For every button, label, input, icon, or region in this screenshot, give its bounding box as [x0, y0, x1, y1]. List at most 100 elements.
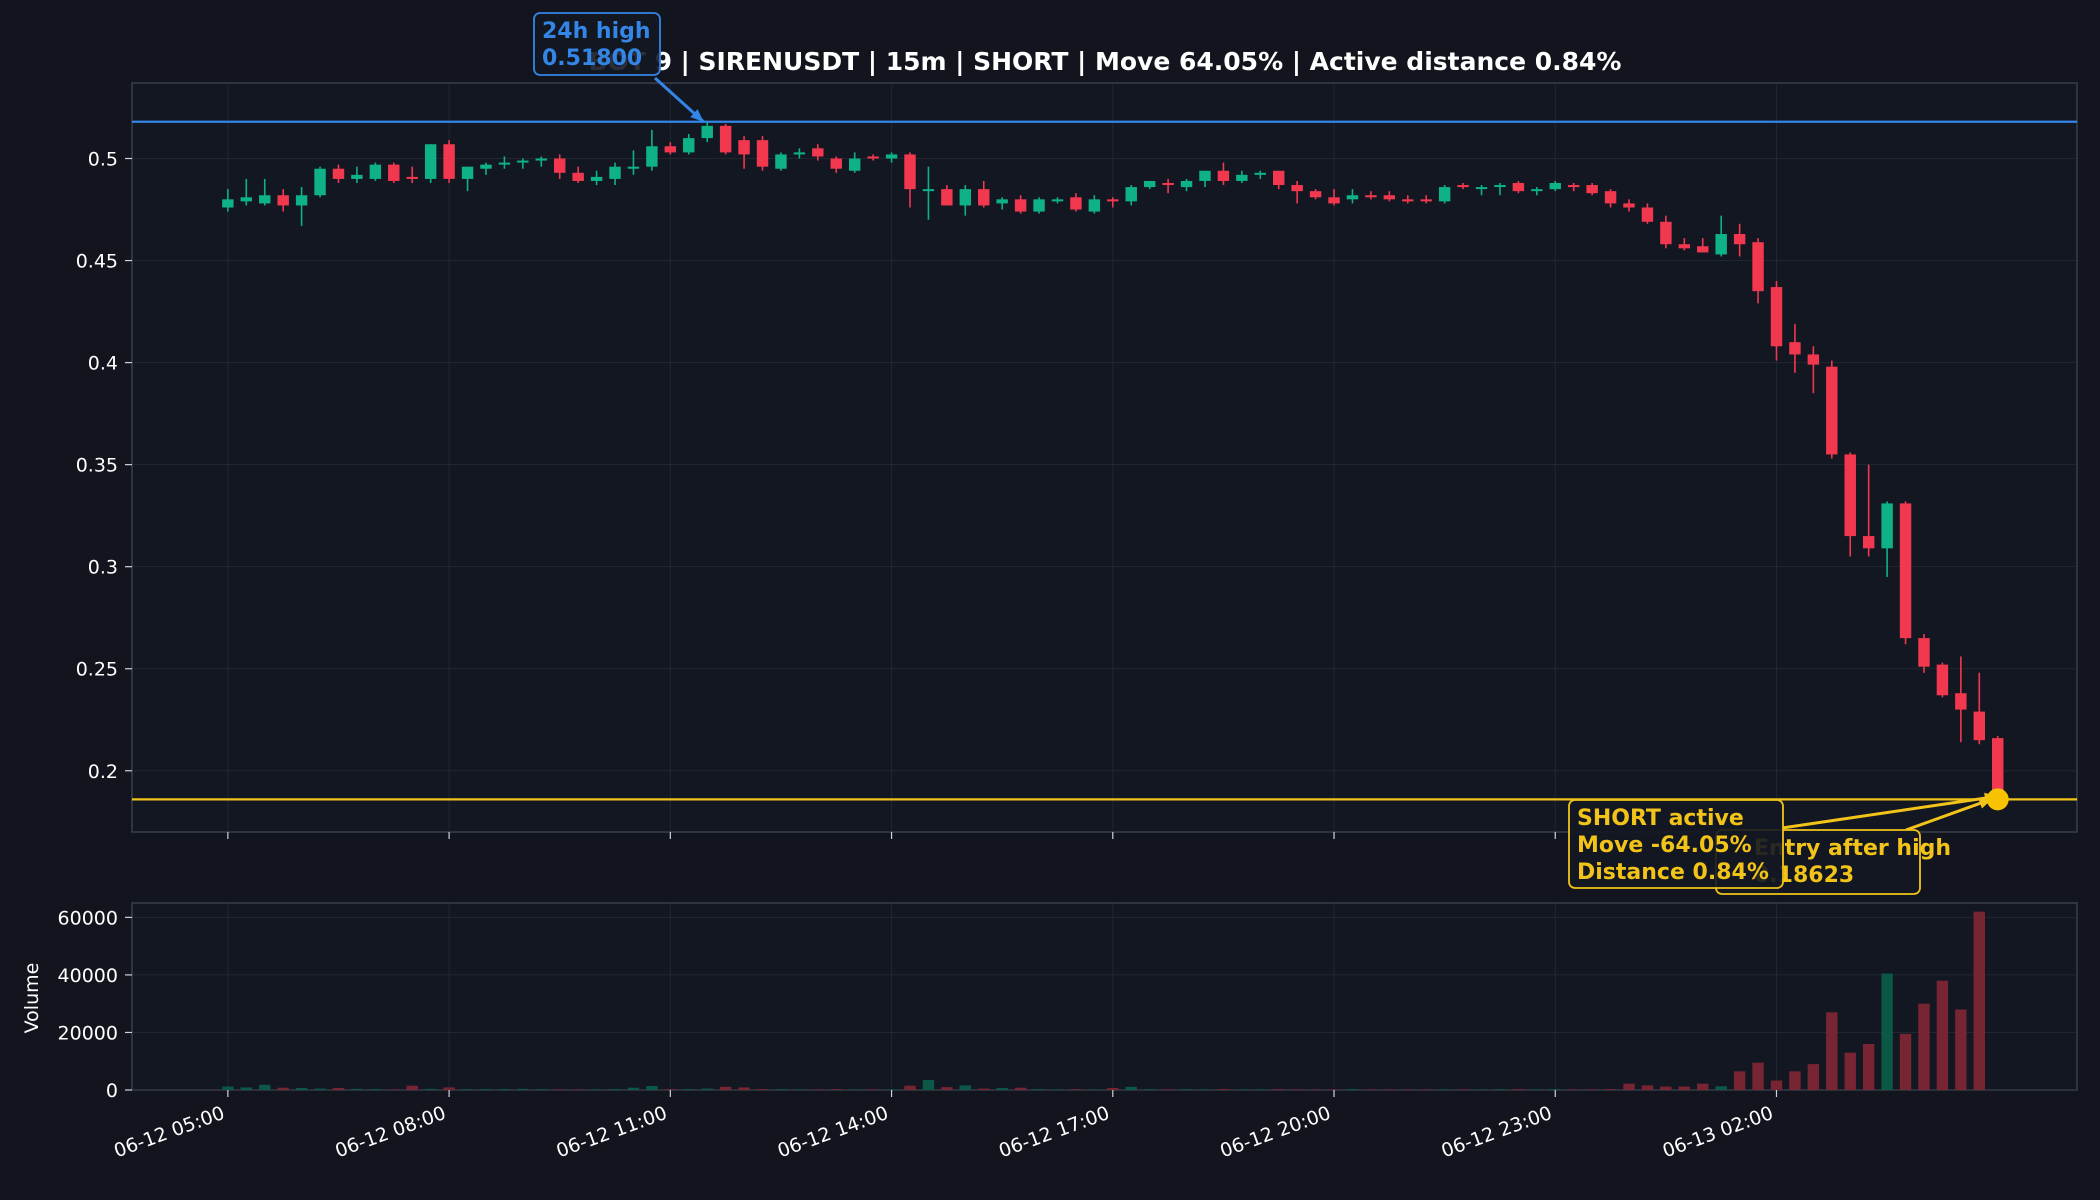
volume-bar [812, 1089, 824, 1090]
volume-bar [295, 1087, 308, 1090]
candle-body [314, 168, 326, 196]
volume-bar [664, 1089, 677, 1090]
candle-body [351, 174, 363, 179]
volume-bar [351, 1088, 363, 1090]
candle-body [1715, 234, 1727, 255]
volume-bar [959, 1085, 972, 1090]
volume-bar [498, 1089, 511, 1090]
candle-body [517, 160, 529, 163]
volume-bar [1143, 1089, 1156, 1090]
volume-bar [719, 1086, 732, 1090]
candle-body [1383, 195, 1396, 200]
volume-bar [701, 1088, 713, 1090]
price-tick-label: 0.3 [88, 557, 118, 579]
volume-bar [1641, 1085, 1654, 1090]
candle-body [1697, 246, 1709, 253]
candle-body [1199, 170, 1211, 181]
volume-bar [1770, 1080, 1783, 1090]
candle-body [1826, 366, 1838, 455]
volume-bar [627, 1087, 640, 1090]
price-tick-label: 0.35 [76, 455, 118, 477]
candle-body [701, 125, 713, 139]
candle-body [461, 166, 474, 179]
volume-tick-label: 20000 [58, 1022, 118, 1044]
volume-tick-label: 0 [106, 1080, 118, 1102]
volume-bar [1567, 1089, 1580, 1090]
chart-title: BOT 9 | SIRENUSDT | 15m | SHORT | Move 6… [589, 47, 1622, 76]
volume-bar [1457, 1089, 1469, 1090]
price-tick-label: 0.5 [88, 149, 118, 171]
volume-panel [131, 902, 2078, 1091]
volume-tick-label: 60000 [58, 907, 118, 929]
candle-body [1752, 242, 1764, 292]
candle-body [1291, 185, 1303, 192]
volume-bar [1365, 1089, 1377, 1090]
candle-body [775, 154, 787, 169]
volume-bar [756, 1089, 769, 1090]
volume-bar [332, 1087, 345, 1090]
candle-body [664, 146, 677, 153]
volume-bar [572, 1089, 584, 1090]
candle-body [812, 148, 824, 157]
volume-bar [1918, 1003, 1930, 1090]
candle-body [388, 164, 400, 181]
candle-body [609, 166, 621, 179]
volume-bar [277, 1087, 289, 1090]
price-tick-label: 0.2 [88, 761, 118, 783]
candle-body [941, 189, 953, 206]
candle-body [1475, 187, 1488, 190]
volume-axis-label: Volume [21, 963, 43, 1034]
candle-body [1033, 199, 1045, 212]
candle-body [719, 125, 732, 153]
candle-body [1586, 185, 1598, 194]
candle-body [683, 138, 695, 153]
volume-bar [1697, 1083, 1709, 1090]
candle-body [332, 168, 345, 179]
volume-bar [1420, 1089, 1432, 1090]
volume-bar [609, 1089, 621, 1090]
volume-bar [1512, 1089, 1525, 1090]
candle-body [1770, 287, 1783, 347]
volume-bar [1402, 1089, 1414, 1090]
candle-body [240, 197, 253, 202]
annotation-text: Distance 0.84% [1577, 860, 1769, 885]
candle-body [1107, 199, 1119, 202]
volume-bar [1088, 1089, 1101, 1090]
volume-bar [1383, 1089, 1396, 1090]
candle-body [295, 195, 308, 206]
candle-body [1918, 638, 1930, 667]
volume-bar [314, 1088, 326, 1090]
volume-bar [1807, 1064, 1820, 1090]
price-panel [131, 82, 2078, 833]
candle-body [1660, 221, 1672, 245]
volume-bar [1070, 1089, 1082, 1090]
candle-body [1162, 183, 1174, 186]
volume-bar [922, 1079, 935, 1090]
volume-bar [978, 1088, 990, 1090]
candle-body [996, 199, 1008, 204]
candle-body [1549, 183, 1561, 190]
candle-body [627, 166, 640, 169]
volume-bar [683, 1089, 695, 1090]
volume-bar [1107, 1087, 1119, 1090]
candle-body [1973, 711, 1986, 741]
volume-bar [240, 1087, 253, 1090]
volume-bar [1623, 1083, 1635, 1090]
candle-body [1494, 185, 1506, 188]
volume-bar [1826, 1012, 1838, 1090]
candle-body [1899, 503, 1912, 639]
volume-bar [222, 1086, 234, 1090]
candle-body [978, 189, 990, 206]
annotation-text: SHORT active [1577, 806, 1744, 831]
volume-bar [996, 1087, 1008, 1090]
candle-body [1862, 536, 1875, 549]
volume-bar [1899, 1033, 1912, 1090]
candle-body [498, 162, 511, 165]
volume-bar [830, 1089, 842, 1090]
volume-bar [1844, 1052, 1856, 1090]
candle-body [867, 156, 879, 159]
candle-body [1641, 207, 1654, 222]
candle-body [1328, 197, 1340, 204]
candle-body [1070, 197, 1082, 210]
candle-body [904, 154, 916, 190]
